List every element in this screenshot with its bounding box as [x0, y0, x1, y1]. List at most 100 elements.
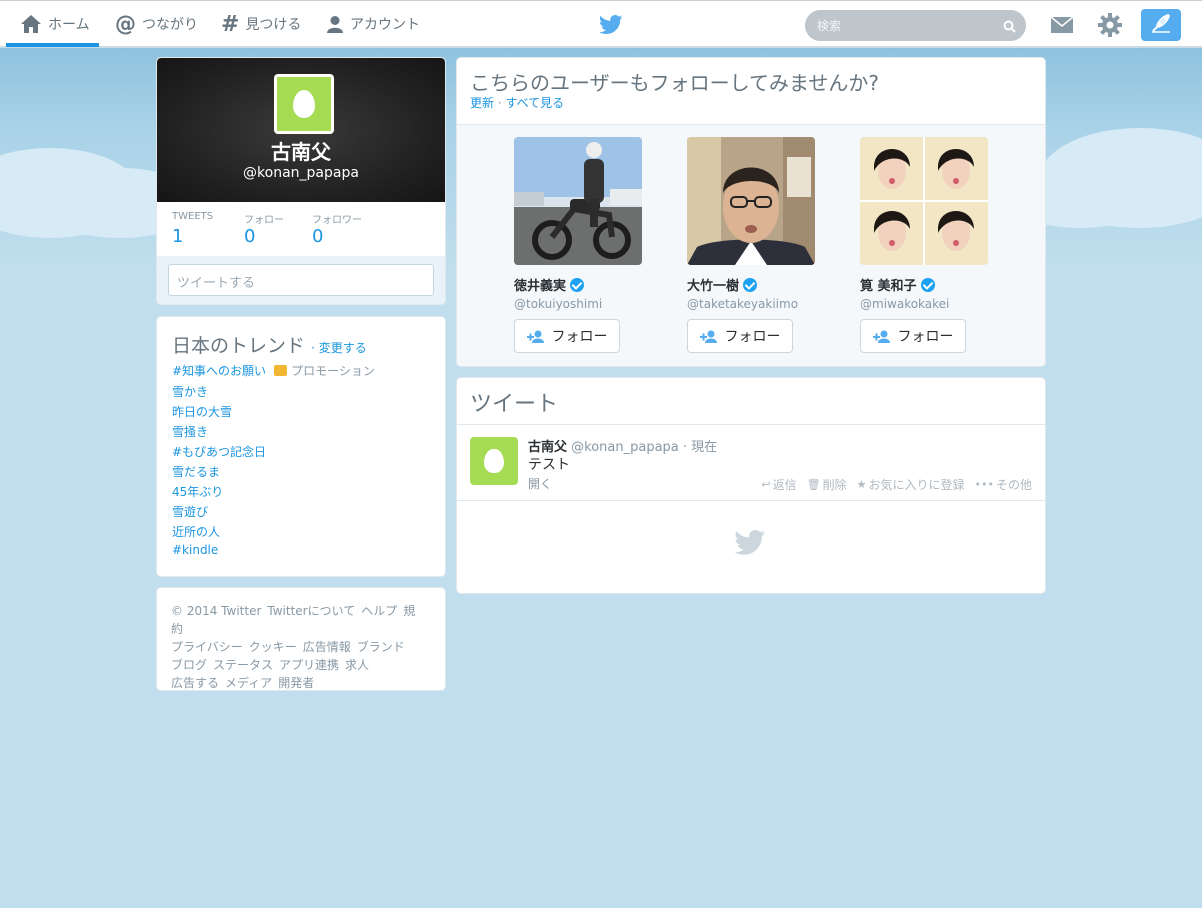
- footer-link[interactable]: ブログ: [171, 658, 207, 672]
- nav-discover[interactable]: # 見つける: [221, 1, 301, 47]
- separator-dot: ·: [497, 96, 502, 110]
- more-action[interactable]: ••• その他: [975, 476, 1032, 493]
- compose-tweet-button[interactable]: [1141, 9, 1181, 41]
- at-sign-icon: @: [115, 12, 136, 36]
- profile-avatar[interactable]: [274, 74, 334, 134]
- who-to-follow-title: こちらのユーザーもフォローしてみませんか?: [470, 71, 880, 95]
- trend-item[interactable]: #知事へのお願い プロモーション: [172, 362, 375, 379]
- suggestions-area: 徳井義実 @tokuiyoshimi フォロー 大竹一樹 @taketakeya…: [457, 124, 1045, 366]
- footer-link[interactable]: 求人: [345, 658, 369, 672]
- ellipsis-icon: •••: [974, 478, 994, 491]
- direct-messages-icon[interactable]: [1050, 15, 1074, 39]
- twitter-bird-logo[interactable]: [598, 15, 623, 39]
- verified-badge-icon: [570, 277, 585, 292]
- tweet-expand-link[interactable]: 開く: [528, 475, 552, 492]
- tweet-author-name[interactable]: 古南父: [528, 440, 567, 455]
- suggestion-name[interactable]: 筧 美和子: [860, 275, 935, 294]
- tweet-timestamp[interactable]: · 現在: [683, 440, 717, 455]
- suggestion-name-text[interactable]: 徳井義実: [514, 275, 566, 294]
- refresh-link[interactable]: 更新: [470, 96, 494, 110]
- followers-count[interactable]: 0: [312, 226, 323, 247]
- footer-link[interactable]: 広告情報: [303, 640, 351, 654]
- profile-card: 古南父 @konan_papapa TWEETS 1 フォロー 0 フォロワー …: [156, 57, 446, 305]
- trends-title: 日本のトレンド · 変更する: [172, 331, 367, 358]
- promoted-icon: [274, 365, 288, 376]
- compose-tweet-input[interactable]: ツイートする: [168, 264, 434, 296]
- divider: [457, 424, 1045, 425]
- tweets-count-label: TWEETS: [172, 211, 214, 222]
- footer-link[interactable]: 開発者: [278, 676, 314, 690]
- follow-button[interactable]: フォロー: [514, 319, 620, 353]
- reply-icon: ↩: [761, 478, 771, 491]
- footer-link[interactable]: プライバシー: [171, 640, 243, 654]
- nav-account[interactable]: アカウント: [326, 1, 420, 47]
- trend-item[interactable]: 雪だるま: [172, 463, 220, 480]
- trend-item[interactable]: 近所の人: [172, 523, 220, 540]
- who-to-follow-links: 更新 · すべて見る: [470, 94, 564, 111]
- tweets-card: ツイート 古南父 @konan_papapa · 現在 テスト 開く ↩ 返信 🗑…: [456, 377, 1046, 594]
- profile-name[interactable]: 古南父: [157, 136, 445, 165]
- trend-item-label[interactable]: #知事へのお願い: [172, 364, 266, 378]
- suggestion-avatar[interactable]: [860, 137, 988, 265]
- suggestion-name-text[interactable]: 筧 美和子: [860, 275, 917, 294]
- trend-item[interactable]: 雪遊び: [172, 503, 208, 520]
- tweet-avatar[interactable]: [470, 437, 518, 485]
- nav-home-label: ホーム: [48, 17, 90, 33]
- home-icon: [20, 14, 42, 34]
- trend-item[interactable]: #kindle: [172, 543, 218, 557]
- trends-change-link[interactable]: · 変更する: [311, 341, 367, 355]
- footer-link[interactable]: メディア: [225, 676, 272, 690]
- nav-connect[interactable]: @ つながり: [115, 1, 198, 47]
- suggestion-handle: @miwakokakei: [860, 297, 950, 311]
- tweet-text: テスト: [528, 457, 570, 473]
- search-icon[interactable]: [1003, 18, 1016, 37]
- footer-links: © 2014 Twitter Twitterについて ヘルプ 規約 プライバシー クッキ…: [171, 602, 431, 692]
- following-count[interactable]: 0: [244, 226, 255, 247]
- footer-link[interactable]: クッキー: [249, 640, 297, 654]
- favorite-label: お気に入りに登録: [868, 478, 965, 492]
- delete-label: 削除: [822, 478, 847, 492]
- verified-badge-icon: [920, 277, 935, 292]
- trend-item[interactable]: 昨日の大雪: [172, 403, 232, 420]
- following-count-label: フォロー: [244, 215, 284, 226]
- footer-link[interactable]: アプリ連携: [279, 658, 339, 672]
- star-icon: ★: [856, 478, 867, 491]
- trends-title-text: 日本のトレンド: [172, 335, 306, 357]
- suggestion-avatar[interactable]: [514, 137, 642, 265]
- reply-action[interactable]: ↩ 返信: [761, 476, 796, 493]
- favorite-action[interactable]: ★ お気に入りに登録: [857, 476, 965, 493]
- nav-connect-label: つながり: [142, 17, 198, 33]
- footer-link[interactable]: 広告する: [171, 676, 219, 690]
- divider: [457, 500, 1045, 501]
- follow-button-label: フォロー: [551, 329, 608, 345]
- trend-item[interactable]: #もぴあつ記念日: [172, 443, 266, 460]
- suggestion-handle: @tokuiyoshimi: [514, 297, 603, 311]
- trend-item[interactable]: 雪掻き: [172, 423, 208, 440]
- delete-action[interactable]: 🗑 削除: [807, 476, 847, 493]
- nav-home[interactable]: ホーム: [20, 1, 90, 47]
- footer-link[interactable]: ステータス: [213, 658, 273, 672]
- followers-count-label: フォロワー: [312, 215, 362, 226]
- tweets-title: ツイート: [470, 392, 559, 417]
- tweets-count[interactable]: 1: [172, 226, 183, 247]
- trend-item[interactable]: 45年ぶり: [172, 483, 223, 500]
- egg-icon: [484, 448, 504, 474]
- follow-button[interactable]: フォロー: [860, 319, 966, 353]
- follow-button[interactable]: フォロー: [687, 319, 793, 353]
- footer-card: © 2014 Twitter Twitterについて ヘルプ 規約 プライバシー クッキ…: [156, 587, 446, 691]
- suggestion-avatar[interactable]: [687, 137, 815, 265]
- suggestion-name[interactable]: 大竹一樹: [687, 275, 758, 294]
- search-input[interactable]: [805, 10, 995, 41]
- suggestion-name-text[interactable]: 大竹一樹: [687, 275, 739, 294]
- tweet-header: 古南父 @konan_papapa · 現在: [528, 436, 717, 455]
- footer-link[interactable]: ブランド: [357, 640, 405, 654]
- trend-item[interactable]: 雪かき: [172, 383, 208, 400]
- settings-gear-icon[interactable]: [1098, 13, 1122, 41]
- reply-label: 返信: [772, 478, 797, 492]
- footer-link[interactable]: Twitterについて: [267, 604, 355, 618]
- trash-icon: 🗑: [806, 478, 821, 491]
- suggestion-name[interactable]: 徳井義実: [514, 275, 585, 294]
- footer-link[interactable]: ヘルプ: [361, 604, 397, 618]
- view-all-link[interactable]: すべて見る: [506, 96, 565, 110]
- twitter-bird-icon: [734, 530, 766, 560]
